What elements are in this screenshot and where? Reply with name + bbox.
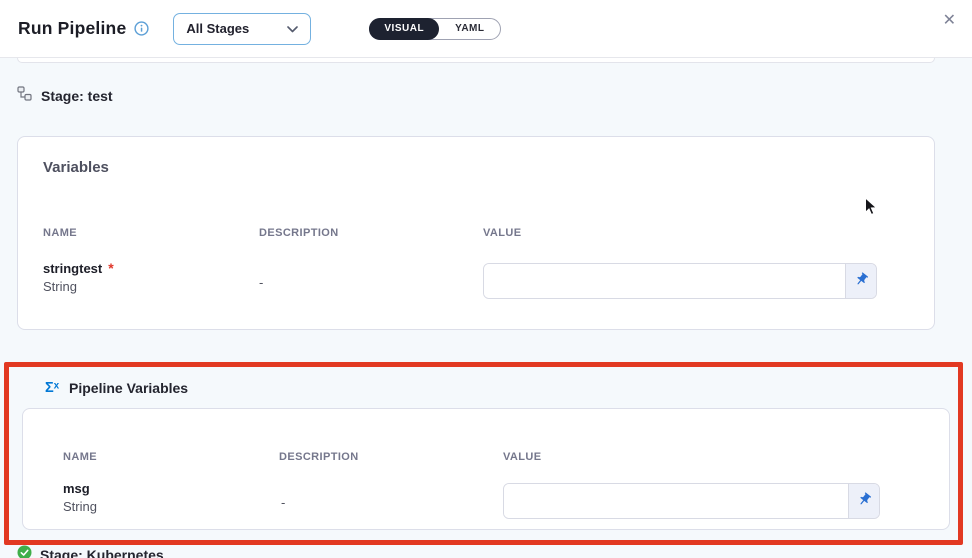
sigma-variable-icon: Σˣ (45, 380, 59, 396)
toggle-yaml[interactable]: YAML (439, 18, 500, 40)
variable-name: stringtest (43, 261, 102, 276)
stage-selector-dropdown[interactable]: All Stages (173, 13, 311, 45)
variable-name-cell: msg String (63, 481, 97, 514)
variable-description: - (281, 495, 285, 510)
pin-icon (857, 492, 872, 510)
close-icon[interactable]: ✕ (943, 13, 956, 29)
stage-icon (17, 86, 32, 106)
runtime-input-pin-button[interactable] (848, 484, 879, 518)
stage-test-label: Stage: test (41, 88, 113, 104)
toggle-visual[interactable]: VISUAL (369, 18, 439, 40)
pipeline-variables-title: Pipeline Variables (69, 380, 188, 396)
variable-name-cell: stringtest * String (43, 261, 114, 294)
stage-kubernetes-label: Stage: Kubernetes (40, 547, 164, 558)
column-header-value: VALUE (483, 227, 521, 239)
chevron-down-icon (287, 20, 298, 38)
required-asterisk: * (108, 261, 113, 275)
variable-value-input[interactable] (504, 484, 848, 518)
dialog-header: Run Pipeline All Stages VISUAL YAML ✕ (0, 0, 972, 58)
run-pipeline-dialog: Run Pipeline All Stages VISUAL YAML ✕ (0, 0, 972, 558)
success-check-icon (17, 545, 32, 558)
runtime-input-pin-button[interactable] (845, 264, 876, 298)
pipeline-variables-highlight: Σˣ Pipeline Variables NAME DESCRIPTION V… (4, 362, 963, 545)
variable-value-input[interactable] (484, 264, 845, 298)
info-icon[interactable] (134, 21, 149, 36)
scrolled-card-edge (17, 58, 935, 63)
pipeline-variables-card: NAME DESCRIPTION VALUE msg String - (22, 408, 950, 530)
variable-type: String (63, 499, 97, 514)
visual-yaml-toggle: VISUAL YAML (369, 18, 501, 40)
variable-type: String (43, 279, 114, 294)
stage-selector-value: All Stages (186, 21, 249, 36)
variable-description: - (259, 275, 263, 290)
variables-card: Variables NAME DESCRIPTION VALUE stringt… (17, 136, 935, 330)
column-header-name: NAME (43, 227, 77, 239)
column-header-name: NAME (63, 451, 97, 463)
variable-value-cell (483, 263, 877, 299)
variable-value-cell (503, 483, 880, 519)
column-header-value: VALUE (503, 451, 541, 463)
pin-icon (854, 272, 869, 290)
column-header-description: DESCRIPTION (279, 451, 359, 463)
stage-kubernetes-header: Stage: Kubernetes (17, 545, 164, 558)
stage-test-header: Stage: test (17, 86, 113, 106)
page-title: Run Pipeline (18, 18, 126, 39)
variable-name: msg (63, 481, 90, 496)
variables-card-title: Variables (43, 159, 109, 176)
pipeline-variables-header: Σˣ Pipeline Variables (45, 380, 188, 396)
column-header-description: DESCRIPTION (259, 227, 339, 239)
